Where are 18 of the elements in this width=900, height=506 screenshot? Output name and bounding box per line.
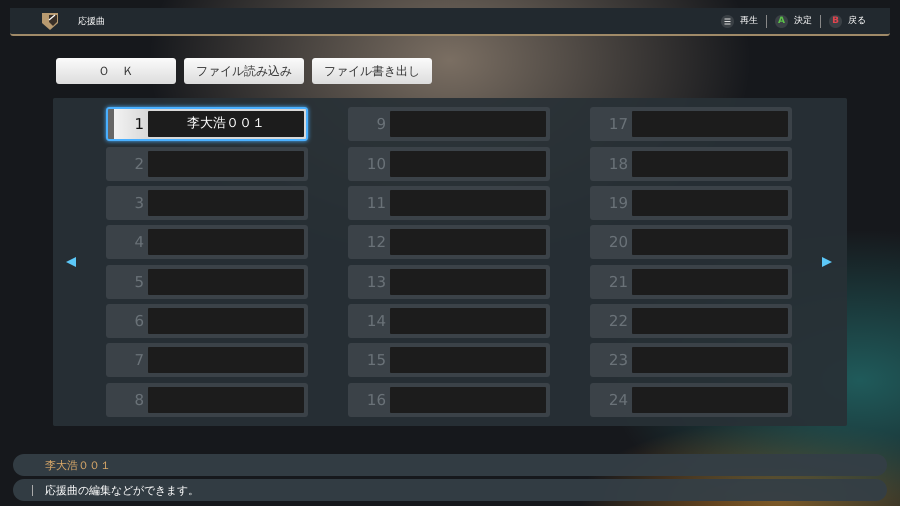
menu-button[interactable]: Ｏ Ｋ — [56, 58, 176, 84]
next-page-icon[interactable] — [821, 256, 833, 268]
button-prompt-icon: A — [775, 14, 788, 28]
menu-button[interactable]: ファイル読み込み — [184, 58, 304, 84]
hint-label: 決定 — [794, 15, 812, 27]
selected-song-title: 李大浩００１ — [44, 458, 111, 472]
menu-button[interactable]: ファイル書き出し — [312, 58, 432, 84]
description-text: 応援曲の編集などができます。 — [45, 482, 199, 498]
hint-label: 戻る — [848, 15, 866, 27]
screen-title: 応援曲 — [78, 16, 106, 28]
previous-page-icon[interactable] — [65, 256, 77, 268]
song-slot[interactable]: 1 李大浩００１ — [106, 107, 308, 142]
slot-name-field: 李大浩００１ — [148, 111, 304, 138]
slot-number: 1 — [133, 114, 145, 136]
menu-icon — [721, 14, 734, 28]
emblem-icon — [40, 11, 60, 31]
button-prompt-icon: B — [829, 14, 842, 28]
hint-label: 再生 — [740, 15, 758, 27]
